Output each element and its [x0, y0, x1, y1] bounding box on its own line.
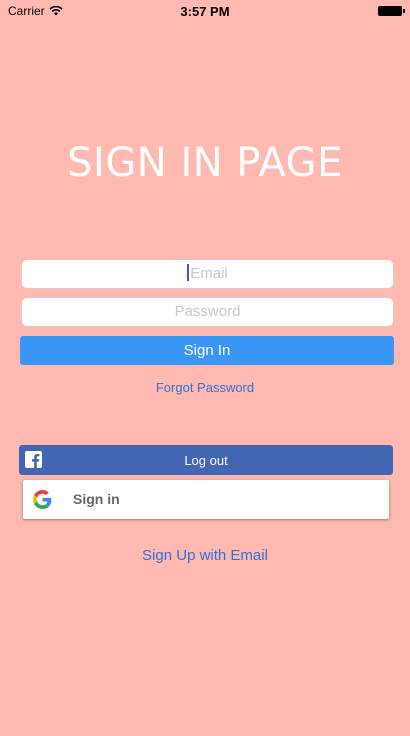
google-icon: [33, 490, 52, 509]
forgot-password-link[interactable]: Forgot Password: [0, 380, 410, 395]
status-time: 3:57 PM: [180, 4, 230, 19]
email-field[interactable]: Email: [21, 259, 394, 289]
google-sign-in-button[interactable]: Sign in: [23, 480, 389, 519]
sign-in-button[interactable]: Sign In: [20, 336, 394, 365]
sign-up-email-link[interactable]: Sign Up with Email: [0, 547, 410, 564]
password-placeholder: Password: [174, 303, 241, 320]
battery-icon: [378, 6, 405, 16]
facebook-button-label: Log out: [184, 453, 228, 468]
text-cursor: [187, 264, 190, 281]
email-placeholder: Email: [190, 265, 228, 282]
google-button-label: Sign in: [73, 491, 120, 507]
page-title: SIGN IN PAGE: [67, 140, 343, 186]
facebook-logout-button[interactable]: Log out: [19, 445, 393, 475]
status-bar: Carrier 3:57 PM: [0, 0, 410, 22]
password-field[interactable]: Password: [21, 297, 394, 327]
